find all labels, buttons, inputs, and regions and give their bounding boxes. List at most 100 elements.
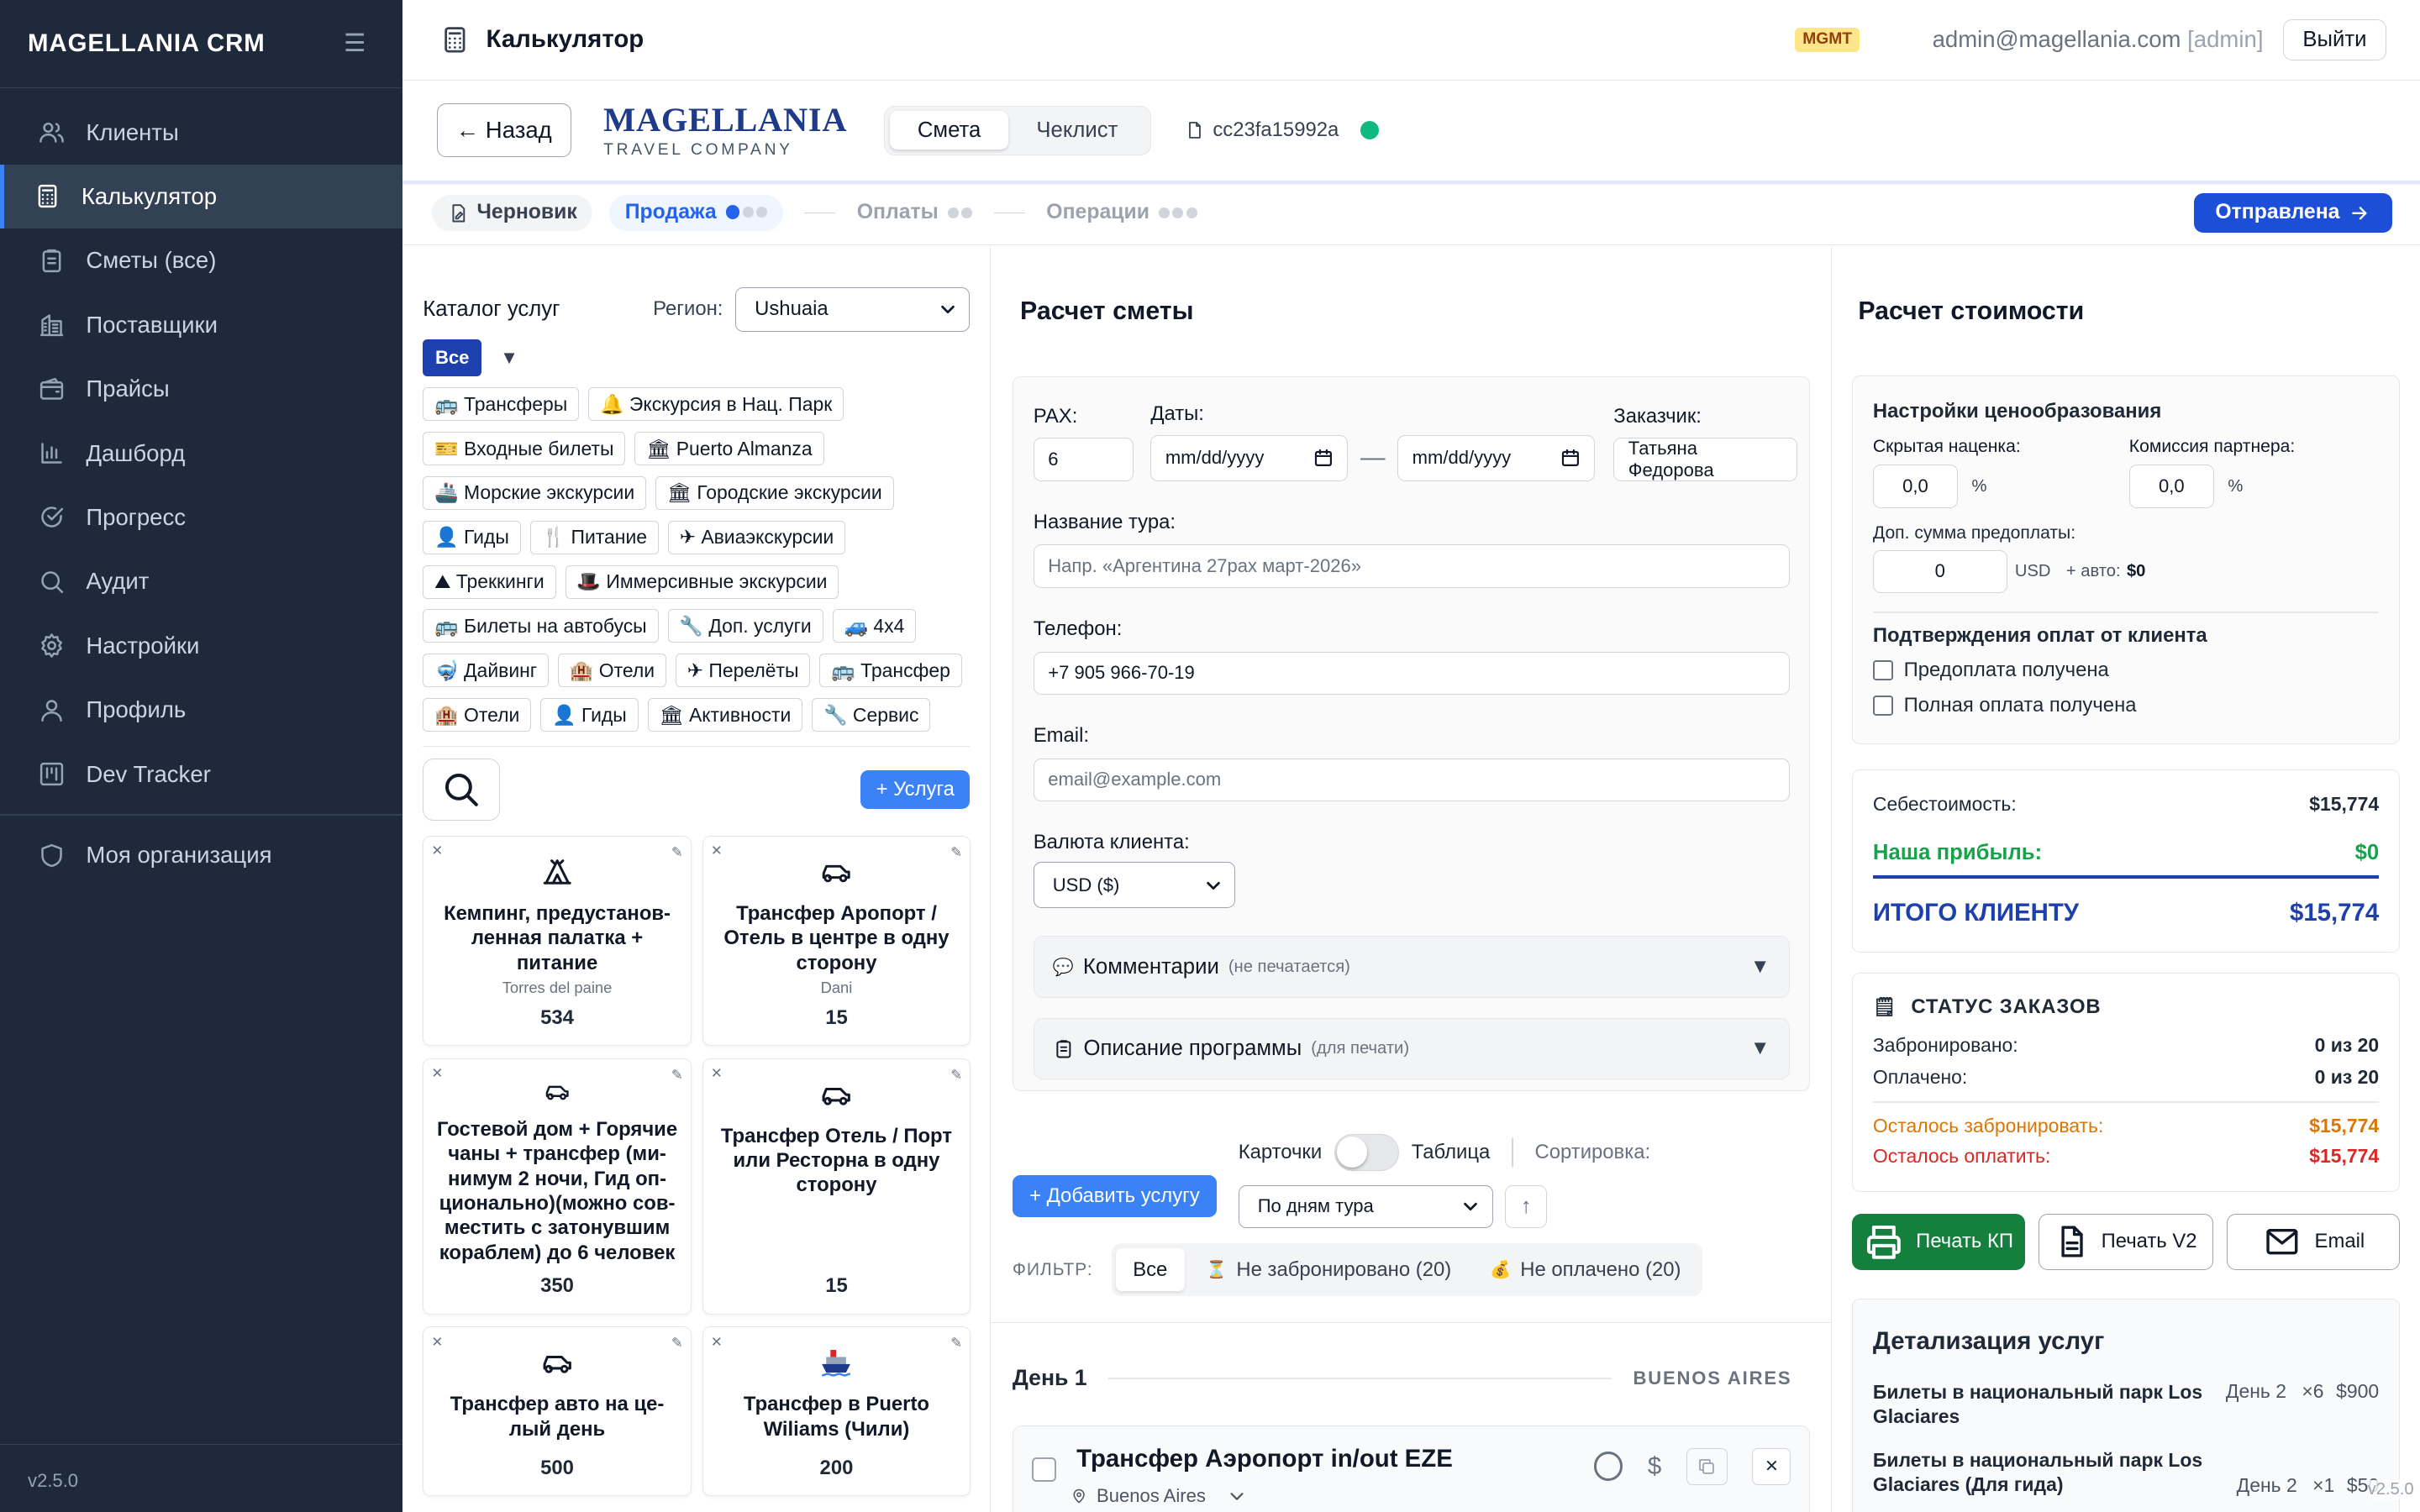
- card-remove-icon[interactable]: ✕: [431, 1334, 443, 1351]
- date-to-input[interactable]: mm/dd/yyyy: [1397, 434, 1596, 481]
- card-remove-icon[interactable]: ✕: [431, 843, 443, 859]
- hidden-markup-input[interactable]: 0,0: [1872, 465, 1958, 508]
- back-button[interactable]: ← Назад: [436, 103, 571, 158]
- sidebar-item-settings[interactable]: Настройки: [0, 614, 402, 678]
- sidebar-item-dashboard[interactable]: Дашборд: [0, 421, 402, 485]
- filter-all-button[interactable]: Все: [423, 339, 482, 377]
- tag-bus-tickets[interactable]: 🚌 Билеты на автобусы: [423, 609, 659, 643]
- program-section[interactable]: Описание программы (для печати) ▼: [1033, 1017, 1790, 1080]
- tag-sea-excursions[interactable]: 🚢 Морские экскурсии: [423, 475, 647, 510]
- tag-4x4[interactable]: 🚙 4x4: [832, 609, 917, 643]
- prepay-input[interactable]: 0: [1872, 549, 2007, 594]
- card-edit-icon[interactable]: ✎: [671, 1067, 683, 1084]
- logout-button[interactable]: Выйти: [2283, 18, 2386, 60]
- add-service-to-estimate-button[interactable]: + Добавить услугу: [1012, 1175, 1217, 1218]
- tag-extra-services[interactable]: 🔧 Доп. услуги: [667, 609, 823, 643]
- sidebar-item-profile[interactable]: Профиль: [0, 678, 402, 742]
- tag-guides[interactable]: 👤 Гиды: [423, 520, 521, 554]
- prepaid-checkbox[interactable]: Предоплата получена: [1872, 659, 2379, 682]
- card-edit-icon[interactable]: ✎: [950, 1067, 962, 1084]
- tag-entry-tickets[interactable]: 🎫 Входные билеты: [423, 432, 626, 466]
- card-edit-icon[interactable]: ✎: [950, 1335, 962, 1352]
- tag-trekking[interactable]: ⛰ Треккинги: [423, 564, 556, 599]
- comments-section[interactable]: 💬 Комментарии (не печатается) ▼: [1033, 936, 1790, 998]
- tag-park-excursion[interactable]: 🔔 Экскурсия в Нац. Парк: [588, 387, 844, 422]
- service-card[interactable]: ✕ ✎ Гостевой дом + Горячие чаны + трансфе…: [423, 1058, 692, 1315]
- card-edit-icon[interactable]: ✎: [671, 844, 683, 861]
- sidebar-item-suppliers[interactable]: Поставщики: [0, 293, 402, 357]
- tag-air-excursions[interactable]: ✈ Авиаэкскурсии: [667, 520, 846, 554]
- step-sale[interactable]: Продажа: [609, 195, 783, 231]
- tag-flights[interactable]: ✈ Перелёты: [675, 654, 811, 688]
- tag-food[interactable]: 🍴 Питание: [529, 520, 659, 554]
- tag-immersive[interactable]: 🎩 Иммерсивные экскурсии: [565, 564, 839, 599]
- sidebar-item-organization[interactable]: Моя организация: [0, 823, 402, 887]
- tag-transfers[interactable]: 🚌 Трансферы: [423, 387, 580, 422]
- duplicate-button[interactable]: [1686, 1447, 1728, 1485]
- card-remove-icon[interactable]: ✕: [431, 1065, 443, 1082]
- tag-hotels-2[interactable]: 🏨 Отели: [423, 698, 532, 732]
- phone-input[interactable]: +7 905 966-70-19: [1033, 651, 1790, 695]
- region-select[interactable]: Ushuaia: [735, 286, 971, 332]
- partner-commission-input[interactable]: 0,0: [2128, 465, 2214, 508]
- date-from-input[interactable]: mm/dd/yyyy: [1150, 434, 1349, 481]
- customer-input[interactable]: Татьяна Федорова: [1613, 438, 1797, 481]
- email-button[interactable]: Email: [2227, 1213, 2401, 1271]
- sidebar-item-clients[interactable]: Клиенты: [0, 100, 402, 164]
- tag-puerto-almanza[interactable]: 🏛 Puerto Almanza: [634, 432, 824, 466]
- tab-checklist[interactable]: Чеклист: [1008, 111, 1145, 150]
- tab-estimate[interactable]: Смета: [889, 111, 1009, 150]
- currency-select[interactable]: USD ($): [1033, 862, 1236, 909]
- sidebar-item-prices[interactable]: Прайсы: [0, 357, 402, 421]
- filter-unbooked[interactable]: ⏳ Не забронировано (20): [1189, 1248, 1468, 1291]
- tour-name-input[interactable]: Напр. «Аргентина 27pax март-2026»: [1033, 544, 1790, 588]
- tag-service[interactable]: 🔧 Сервис: [812, 698, 931, 732]
- sidebar-item-progress[interactable]: Прогресс: [0, 486, 402, 549]
- view-toggle[interactable]: [1334, 1133, 1400, 1172]
- card-edit-icon[interactable]: ✎: [671, 1335, 683, 1352]
- service-card[interactable]: ✕ ✎ Трансфер в Puerto Wiliams (Чили) 200: [702, 1326, 971, 1497]
- add-service-button[interactable]: + Услуга: [860, 769, 971, 810]
- pax-input[interactable]: 6: [1033, 438, 1134, 481]
- service-card[interactable]: ✕ ✎ Трансфер Отель / Порт или Ресторна в …: [702, 1058, 971, 1315]
- step-payments[interactable]: Оплаты: [857, 201, 973, 224]
- sidebar-item-dev-tracker[interactable]: Dev Tracker: [0, 742, 402, 806]
- sent-status-button[interactable]: Отправлена: [2193, 193, 2392, 233]
- sidebar-item-calculator[interactable]: Калькулятор: [0, 164, 403, 229]
- sidebar-item-estimates[interactable]: Сметы (все): [0, 228, 402, 292]
- card-edit-icon[interactable]: ✎: [950, 844, 962, 861]
- tag-guides-2[interactable]: 👤 Гиды: [540, 698, 639, 732]
- sidebar-item-label: Прайсы: [86, 375, 170, 402]
- service-card[interactable]: ✕ ✎ Кемпинг, предустанов-ленная палатка +…: [423, 836, 692, 1046]
- step-operations[interactable]: Операции: [1046, 201, 1197, 224]
- fullpaid-checkbox[interactable]: Полная оплата получена: [1872, 694, 2379, 717]
- filter-unpaid[interactable]: 💰 Не оплачено (20): [1473, 1248, 1698, 1291]
- tag-city-excursions[interactable]: 🏛 Городские экскурсии: [655, 475, 894, 510]
- service-card[interactable]: ✕ ✎ Трансфер Аропорт / Отель в центре в о…: [702, 836, 971, 1046]
- print-v2-button[interactable]: Печать V2: [2039, 1213, 2213, 1271]
- filter-all[interactable]: Все: [1116, 1247, 1185, 1292]
- sort-select[interactable]: По дням тура: [1238, 1184, 1493, 1228]
- service-card[interactable]: ✕ ✎ Трансфер авто на це-лый день 500: [423, 1326, 692, 1497]
- catalog-search-button[interactable]: [423, 759, 501, 821]
- payment-status-icon[interactable]: $: [1648, 1452, 1661, 1481]
- sort-direction-icon[interactable]: ↑: [1505, 1184, 1547, 1228]
- tag-transfer[interactable]: 🚌 Трансфер: [819, 654, 962, 688]
- booking-status-icon[interactable]: [1593, 1452, 1623, 1482]
- card-remove-icon[interactable]: ✕: [711, 1334, 723, 1351]
- step-draft[interactable]: Черновик: [432, 195, 593, 231]
- service-checkbox[interactable]: [1031, 1457, 1057, 1483]
- menu-toggle-icon[interactable]: ☰: [344, 29, 366, 58]
- card-remove-icon[interactable]: ✕: [711, 1065, 723, 1082]
- sidebar-item-audit[interactable]: Аудит: [0, 549, 402, 613]
- filter-toggle-icon[interactable]: ▼: [500, 347, 518, 369]
- print-kp-button[interactable]: Печать КП: [1852, 1213, 2025, 1271]
- chevron-down-icon[interactable]: [1228, 1487, 1246, 1505]
- tag-hotels[interactable]: 🏨 Отели: [558, 654, 666, 688]
- card-remove-icon[interactable]: ✕: [711, 843, 723, 859]
- email-input[interactable]: email@example.com: [1033, 758, 1790, 802]
- tag-diving[interactable]: 🤿 Дайвинг: [423, 654, 550, 688]
- service-row[interactable]: Трансфер Аэропорт in/out EZE Buenos Aire…: [1012, 1425, 1811, 1512]
- tag-activities[interactable]: 🏛 Активности: [647, 698, 803, 732]
- delete-service-button[interactable]: ✕: [1752, 1447, 1791, 1485]
